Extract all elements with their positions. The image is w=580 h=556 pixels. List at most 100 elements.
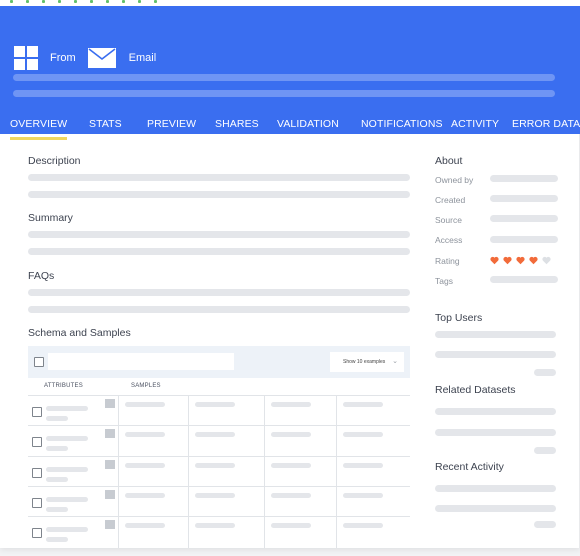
- heart-filled-icon[interactable]: [503, 256, 512, 265]
- bar-chart-icon[interactable]: [105, 460, 115, 469]
- tab-preview[interactable]: PREVIEW: [147, 108, 196, 140]
- header-title: From: [50, 52, 76, 64]
- sample-cell: [118, 457, 188, 488]
- sample-value-placeholder: [195, 463, 235, 468]
- sample-value-placeholder: [195, 432, 235, 437]
- top-dots: [10, 0, 157, 4]
- related-datasets-more[interactable]: [534, 447, 556, 454]
- schema-grid: [28, 395, 410, 548]
- owned-by-value: [490, 175, 558, 182]
- schema-search-input[interactable]: [48, 353, 234, 370]
- sample-cell: [188, 487, 264, 518]
- sample-value-placeholder: [125, 463, 165, 468]
- heart-filled-icon[interactable]: [529, 256, 538, 265]
- bar-chart-icon[interactable]: [105, 490, 115, 499]
- top-users-title: Top Users: [435, 312, 483, 324]
- tab-notifications[interactable]: NOTIFICATIONS: [361, 108, 443, 140]
- header-title-row: From Email: [14, 46, 156, 70]
- bar-chart-icon[interactable]: [105, 520, 115, 529]
- related-datasets-placeholder: [435, 408, 556, 415]
- table-row: [28, 456, 410, 488]
- schema-table: Show 10 examples ⌄ ATTRIBUTES SAMPLES: [28, 346, 410, 548]
- row-checkbox[interactable]: [32, 528, 42, 538]
- summary-placeholder: [28, 231, 410, 238]
- tags-label: Tags: [435, 276, 453, 286]
- attribute-name-placeholder: [46, 436, 88, 441]
- sample-value-placeholder: [125, 432, 165, 437]
- top-users-placeholder: [435, 331, 556, 338]
- heart-filled-icon[interactable]: [516, 256, 525, 265]
- bar-chart-icon[interactable]: [105, 399, 115, 408]
- tab-overview[interactable]: OVERVIEW: [10, 108, 68, 140]
- heart-empty-icon[interactable]: [542, 256, 551, 265]
- tab-error-data[interactable]: ERROR DATA: [512, 108, 580, 140]
- envelope-icon: [87, 48, 116, 68]
- tab-stats[interactable]: STATS: [89, 108, 122, 140]
- heart-filled-icon[interactable]: [490, 256, 499, 265]
- summary-placeholder: [28, 248, 410, 255]
- top-users-more[interactable]: [534, 369, 556, 376]
- sample-cell: [118, 517, 188, 548]
- description-title: Description: [28, 155, 81, 167]
- sample-value-placeholder: [271, 432, 311, 437]
- description-placeholder: [28, 174, 410, 181]
- source-value: [490, 215, 558, 222]
- sample-cell: [264, 517, 336, 548]
- sample-cell: [188, 517, 264, 548]
- chevron-down-icon: ⌄: [392, 358, 398, 365]
- recent-activity-title: Recent Activity: [435, 461, 504, 473]
- tab-validation[interactable]: VALIDATION: [277, 108, 339, 140]
- table-row: [28, 425, 410, 457]
- faqs-placeholder: [28, 306, 410, 313]
- sample-cell: [336, 396, 410, 427]
- dataset-header: From Email OVERVIEW STATS PREVIEW SHARES…: [0, 6, 580, 140]
- column-header-attributes: ATTRIBUTES: [44, 383, 83, 389]
- select-all-checkbox[interactable]: [34, 357, 44, 367]
- bar-chart-icon[interactable]: [105, 429, 115, 438]
- tab-shares[interactable]: SHARES: [215, 108, 259, 140]
- attribute-type-placeholder: [46, 477, 68, 482]
- related-datasets-title: Related Datasets: [435, 384, 516, 396]
- sample-value-placeholder: [343, 523, 383, 528]
- page: From Email OVERVIEW STATS PREVIEW SHARES…: [0, 0, 580, 556]
- attribute-type-placeholder: [46, 416, 68, 421]
- header-placeholder-line: [13, 74, 555, 81]
- faqs-placeholder: [28, 289, 410, 296]
- table-row: [28, 486, 410, 518]
- sample-value-placeholder: [195, 493, 235, 498]
- tab-activity[interactable]: ACTIVITY: [451, 108, 499, 140]
- sample-value-placeholder: [195, 402, 235, 407]
- row-checkbox[interactable]: [32, 468, 42, 478]
- sample-value-placeholder: [271, 463, 311, 468]
- recent-activity-more[interactable]: [534, 521, 556, 528]
- summary-title: Summary: [28, 212, 73, 224]
- sample-cell: [264, 457, 336, 488]
- about-title: About: [435, 155, 463, 167]
- owned-by-label: Owned by: [435, 175, 474, 185]
- recent-activity-placeholder: [435, 485, 556, 492]
- tab-bar: OVERVIEW STATS PREVIEW SHARES VALIDATION…: [0, 108, 580, 140]
- show-examples-select[interactable]: Show 10 examples ⌄: [330, 352, 404, 372]
- created-label: Created: [435, 195, 466, 205]
- sample-cell: [188, 457, 264, 488]
- attribute-type-placeholder: [46, 446, 68, 451]
- column-header-samples: SAMPLES: [131, 383, 161, 389]
- sample-value-placeholder: [271, 493, 311, 498]
- sample-value-placeholder: [271, 402, 311, 407]
- sample-value-placeholder: [343, 402, 383, 407]
- sample-cell: [336, 517, 410, 548]
- created-value: [490, 195, 558, 202]
- email-label: Email: [128, 52, 157, 64]
- sample-cell: [118, 396, 188, 427]
- tags-value: [490, 276, 558, 283]
- row-checkbox[interactable]: [32, 437, 42, 447]
- sample-cell: [264, 396, 336, 427]
- grid-app-icon: [14, 46, 38, 70]
- sample-value-placeholder: [343, 493, 383, 498]
- sample-value-placeholder: [271, 523, 311, 528]
- schema-toolbar: Show 10 examples ⌄: [28, 346, 410, 378]
- sample-value-placeholder: [125, 493, 165, 498]
- row-checkbox[interactable]: [32, 498, 42, 508]
- row-checkbox[interactable]: [32, 407, 42, 417]
- sample-value-placeholder: [125, 523, 165, 528]
